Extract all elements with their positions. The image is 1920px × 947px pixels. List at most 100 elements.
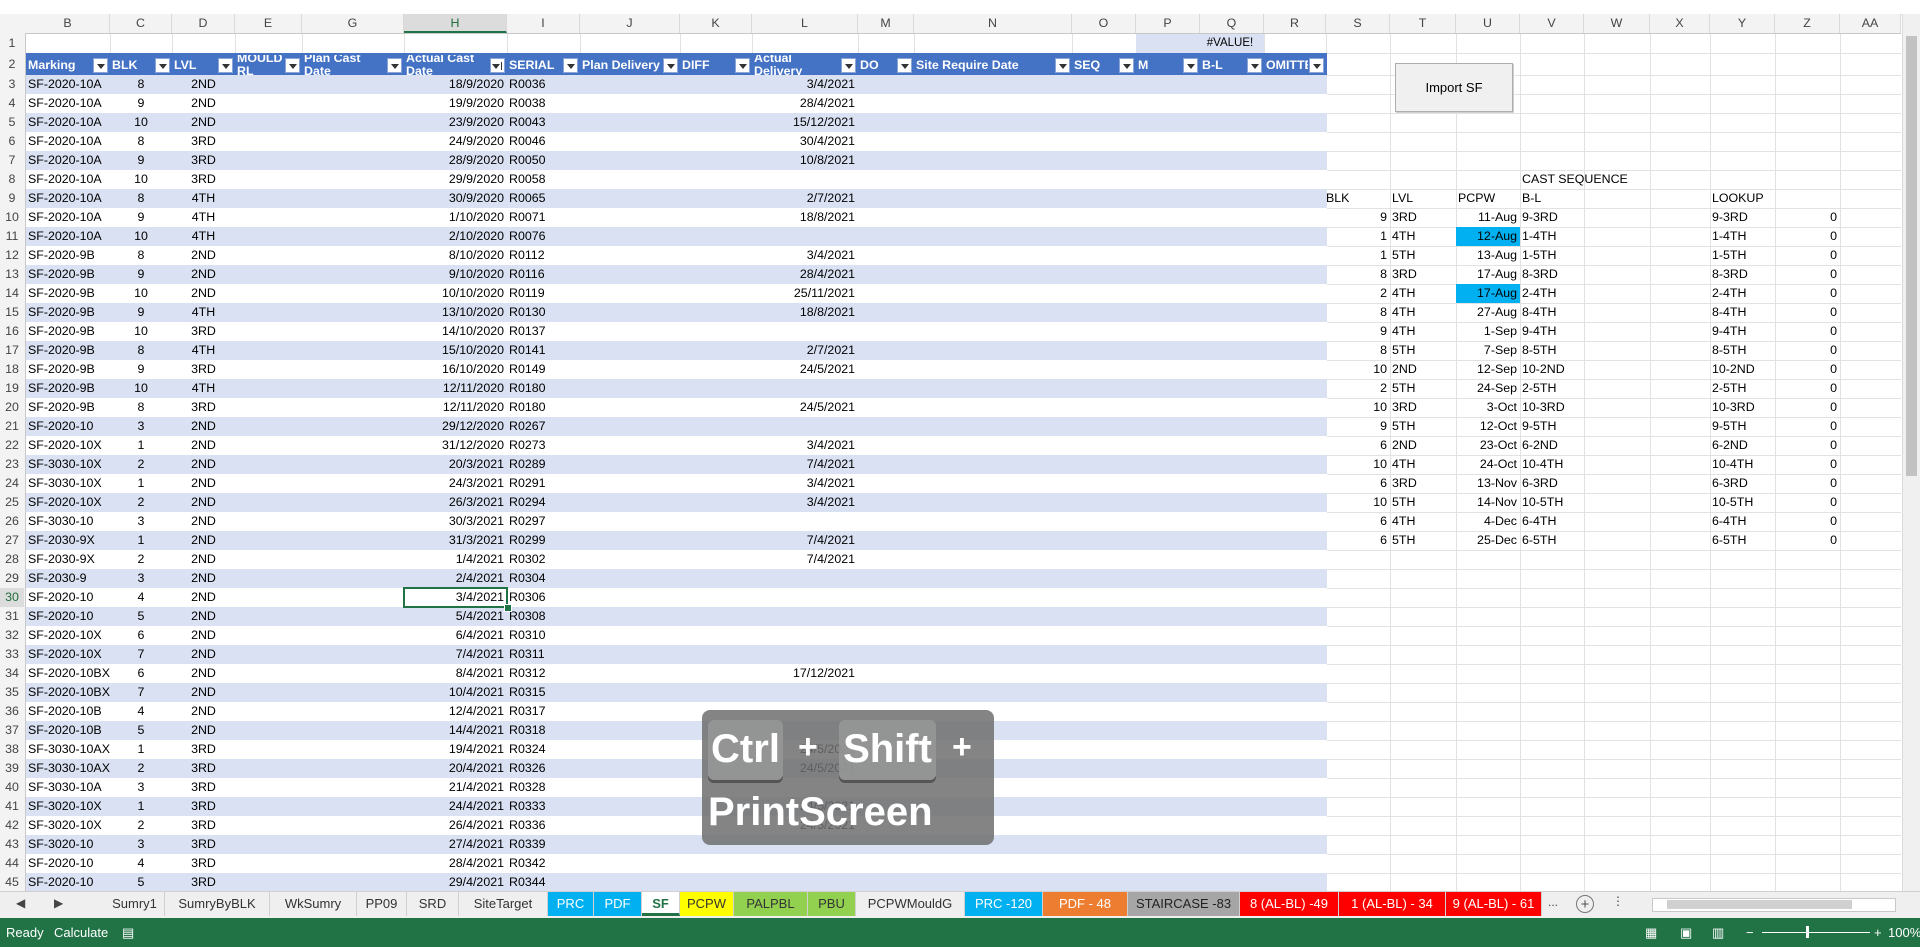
table-cell[interactable]: 2ND [172, 569, 235, 588]
cast-sequence-cell[interactable]: 10-3RD [1520, 398, 1584, 417]
table-cell[interactable]: SF-3030-10AX [26, 740, 110, 759]
filter-dropdown-icon[interactable] [841, 58, 856, 73]
table-cell[interactable]: 7/4/2021 [404, 645, 507, 664]
row-header-19[interactable]: 19 [0, 379, 24, 398]
cast-sequence-cell[interactable]: 17-Aug [1456, 265, 1520, 284]
tab-splitter-icon[interactable]: ⋮ [1612, 894, 1624, 908]
cast-sequence-cell[interactable]: 5TH [1390, 493, 1456, 512]
zoom-in-icon[interactable]: + [1874, 925, 1882, 940]
table-cell[interactable]: SF-3020-10X [26, 816, 110, 835]
table-cell[interactable]: 24/5/2021 [752, 360, 858, 379]
table-cell[interactable]: SF-2020-10A [26, 75, 110, 94]
filter-dropdown-icon[interactable] [285, 58, 300, 73]
sheet-tab-sumrybyblk[interactable]: SumryByBLK [165, 892, 270, 916]
sheet-tab-pdf-48[interactable]: PDF - 48 [1043, 892, 1128, 916]
page-layout-view-icon[interactable]: ▣ [1680, 925, 1692, 941]
cast-sequence-cell[interactable]: 4TH [1390, 455, 1456, 474]
table-cell[interactable]: 3 [110, 569, 172, 588]
cast-sequence-cell[interactable]: 24-Sep [1456, 379, 1520, 398]
table-cell[interactable]: 3RD [172, 151, 235, 170]
table-cell[interactable]: 31/3/2021 [404, 531, 507, 550]
table-cell[interactable]: 8 [110, 132, 172, 151]
cast-sequence-cell[interactable]: 8-4TH [1710, 303, 1775, 322]
table-cell[interactable]: 2ND [172, 645, 235, 664]
table-cell[interactable]: 3RD [172, 816, 235, 835]
row-header-8[interactable]: 8 [0, 170, 24, 189]
table-cell[interactable] [752, 227, 858, 246]
table-cell[interactable]: R0304 [507, 569, 580, 588]
table-header-plan-delivery[interactable]: Plan Delivery [580, 55, 662, 75]
cast-sequence-cell[interactable]: 5TH [1390, 379, 1456, 398]
sheet-tab-sitetarget[interactable]: SiteTarget [459, 892, 548, 916]
table-cell[interactable]: 5 [110, 607, 172, 626]
horizontal-scroll-thumb[interactable] [1667, 900, 1852, 909]
cast-sequence-cell[interactable]: 12-Sep [1456, 360, 1520, 379]
row-header-29[interactable]: 29 [0, 569, 24, 588]
table-cell[interactable] [752, 379, 858, 398]
table-cell[interactable]: R0306 [507, 588, 580, 607]
row-header-13[interactable]: 13 [0, 265, 24, 284]
table-cell[interactable]: 2ND [172, 246, 235, 265]
status-calculate[interactable]: Calculate [54, 925, 108, 940]
table-cell[interactable]: 9 [110, 94, 172, 113]
table-cell[interactable]: 9 [110, 151, 172, 170]
cast-sequence-cell[interactable]: 7-Sep [1456, 341, 1520, 360]
table-cell[interactable]: SF-3030-10A [26, 778, 110, 797]
cast-sequence-cell[interactable]: 9 [1326, 208, 1390, 227]
table-cell[interactable]: 30/3/2021 [404, 512, 507, 531]
table-cell[interactable]: R0339 [507, 835, 580, 854]
table-cell[interactable]: 30/4/2021 [752, 132, 858, 151]
cast-sequence-cell[interactable]: 1-4TH [1520, 227, 1584, 246]
table-cell[interactable]: SF-2020-10X [26, 626, 110, 645]
table-cell[interactable]: R0297 [507, 512, 580, 531]
table-cell[interactable]: 6 [110, 664, 172, 683]
column-header-k[interactable]: K [680, 14, 752, 33]
row-header-2[interactable]: 2 [0, 53, 24, 75]
table-cell[interactable]: 8/10/2020 [404, 246, 507, 265]
table-cell[interactable] [752, 873, 858, 891]
table-cell[interactable]: 18/8/2021 [752, 303, 858, 322]
table-cell[interactable]: 25/11/2021 [752, 284, 858, 303]
table-cell[interactable]: 2ND [172, 75, 235, 94]
cast-sequence-cell[interactable]: 24-Oct [1456, 455, 1520, 474]
cast-sequence-cell[interactable]: 10-5TH [1520, 493, 1584, 512]
cast-sequence-cell[interactable]: 6 [1326, 474, 1390, 493]
row-header-23[interactable]: 23 [0, 455, 24, 474]
cast-sequence-cell[interactable]: 8-4TH [1520, 303, 1584, 322]
cast-sequence-cell[interactable]: 2-4TH [1710, 284, 1775, 303]
cast-sequence-cell[interactable]: 0 [1775, 436, 1840, 455]
table-cell[interactable]: 28/4/2021 [404, 854, 507, 873]
sheet-tab-palpbl[interactable]: PALPBL [734, 892, 808, 916]
table-header-actual-cast-date[interactable]: Actual Cast Date [404, 55, 489, 75]
zoom-slider[interactable] [1762, 932, 1870, 933]
cast-sequence-cell[interactable]: 0 [1775, 512, 1840, 531]
sheet-tab-staircase-83[interactable]: STAIRCASE -83 [1128, 892, 1240, 916]
row-header-17[interactable]: 17 [0, 341, 24, 360]
cast-sequence-cell[interactable]: 8-3RD [1520, 265, 1584, 284]
table-cell[interactable]: 2/10/2020 [404, 227, 507, 246]
sheet-tab-9-al-bl-61[interactable]: 9 (AL-BL) - 61 [1446, 892, 1542, 916]
table-cell[interactable]: 10/8/2021 [752, 151, 858, 170]
table-cell[interactable]: R0302 [507, 550, 580, 569]
table-cell[interactable]: 19/9/2020 [404, 94, 507, 113]
table-cell[interactable]: 10 [110, 379, 172, 398]
table-cell[interactable]: R0050 [507, 151, 580, 170]
table-cell[interactable]: R0180 [507, 379, 580, 398]
table-cell[interactable]: 2ND [172, 265, 235, 284]
cast-sequence-cell[interactable]: 8-5TH [1520, 341, 1584, 360]
table-cell[interactable]: 3RD [172, 132, 235, 151]
cast-sequence-cell[interactable]: 6-3RD [1520, 474, 1584, 493]
cast-sequence-cell[interactable]: 3RD [1390, 265, 1456, 284]
table-cell[interactable]: 3 [110, 835, 172, 854]
row-header-7[interactable]: 7 [0, 151, 24, 170]
table-cell[interactable]: 24/5/2021 [752, 398, 858, 417]
cast-sequence-cell[interactable]: 1 [1326, 246, 1390, 265]
more-tabs-button[interactable]: ... [1548, 895, 1558, 909]
table-cell[interactable]: 2/4/2021 [404, 569, 507, 588]
table-cell[interactable]: 15/12/2021 [752, 113, 858, 132]
table-cell[interactable]: 2 [110, 455, 172, 474]
table-cell[interactable]: 2ND [172, 474, 235, 493]
sheet-tab-1-al-bl-34[interactable]: 1 (AL-BL) - 34 [1339, 892, 1446, 916]
cast-sequence-cell[interactable]: 0 [1775, 341, 1840, 360]
table-cell[interactable]: 4TH [172, 341, 235, 360]
